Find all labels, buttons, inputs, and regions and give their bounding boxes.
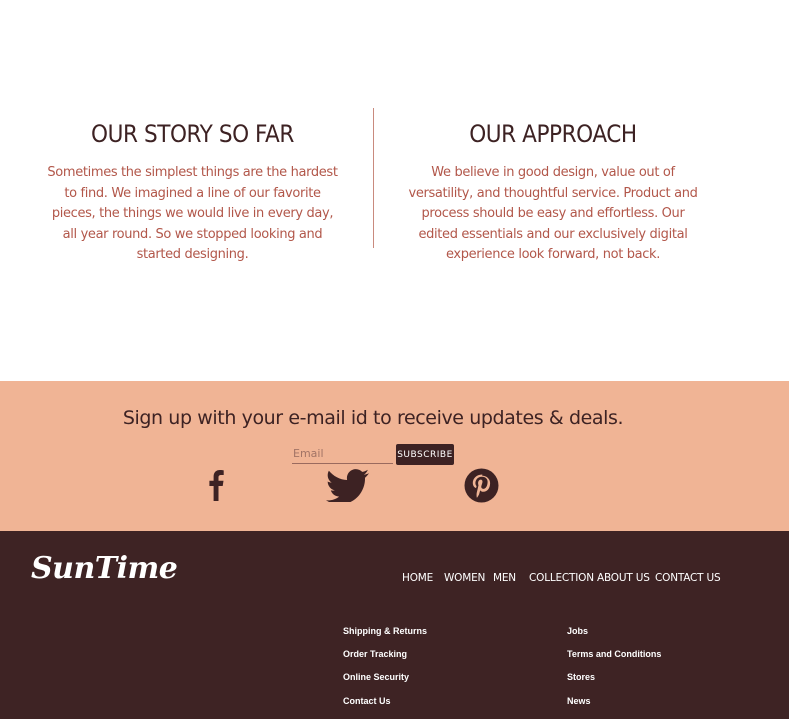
nav-about-us[interactable]: ABOUT US (597, 572, 650, 584)
pinterest-icon[interactable] (464, 468, 499, 503)
nav-men[interactable]: MEN (493, 572, 516, 584)
link-order-tracking[interactable]: Order Tracking (343, 649, 407, 659)
column-divider (373, 108, 374, 248)
story-text: Sometimes the simplest things are the ha… (47, 165, 338, 263)
link-terms-conditions[interactable]: Terms and Conditions (567, 649, 661, 659)
story-title: OUR STORY SO FAR (91, 120, 294, 148)
link-online-security[interactable]: Online Security (343, 672, 409, 682)
nav-women[interactable]: WOMEN (444, 572, 485, 584)
twitter-icon[interactable] (323, 469, 371, 502)
approach-text: We believe in good design, value out of … (408, 165, 698, 263)
facebook-icon[interactable] (207, 468, 225, 501)
nav-home[interactable]: HOME (402, 572, 433, 584)
footer: SunTime HOME WOMEN MEN COLLECTION ABOUT … (0, 531, 789, 719)
link-stores[interactable]: Stores (567, 672, 595, 682)
subscribe-button[interactable]: SUBSCRIBE (396, 444, 454, 465)
link-news[interactable]: News (567, 696, 591, 706)
footer-nav: HOME WOMEN MEN COLLECTION ABOUT US CONTA… (0, 572, 789, 588)
link-contact-us[interactable]: Contact Us (343, 696, 391, 706)
newsletter-title: Sign up with your e-mail id to receive u… (122, 407, 624, 429)
nav-contact-us[interactable]: CONTACT US (655, 572, 721, 584)
email-input[interactable] (292, 444, 393, 464)
nav-collection[interactable]: COLLECTION (529, 572, 594, 584)
approach-column: OUR APPROACH We believe in good design, … (404, 118, 702, 266)
newsletter-section: Sign up with your e-mail id to receive u… (0, 381, 789, 531)
story-section: OUR STORY SO FAR Sometimes the simplest … (0, 0, 789, 381)
link-shipping-returns[interactable]: Shipping & Returns (343, 626, 427, 636)
approach-title: OUR APPROACH (469, 120, 637, 148)
story-column: OUR STORY SO FAR Sometimes the simplest … (45, 118, 340, 266)
link-jobs[interactable]: Jobs (567, 626, 588, 636)
